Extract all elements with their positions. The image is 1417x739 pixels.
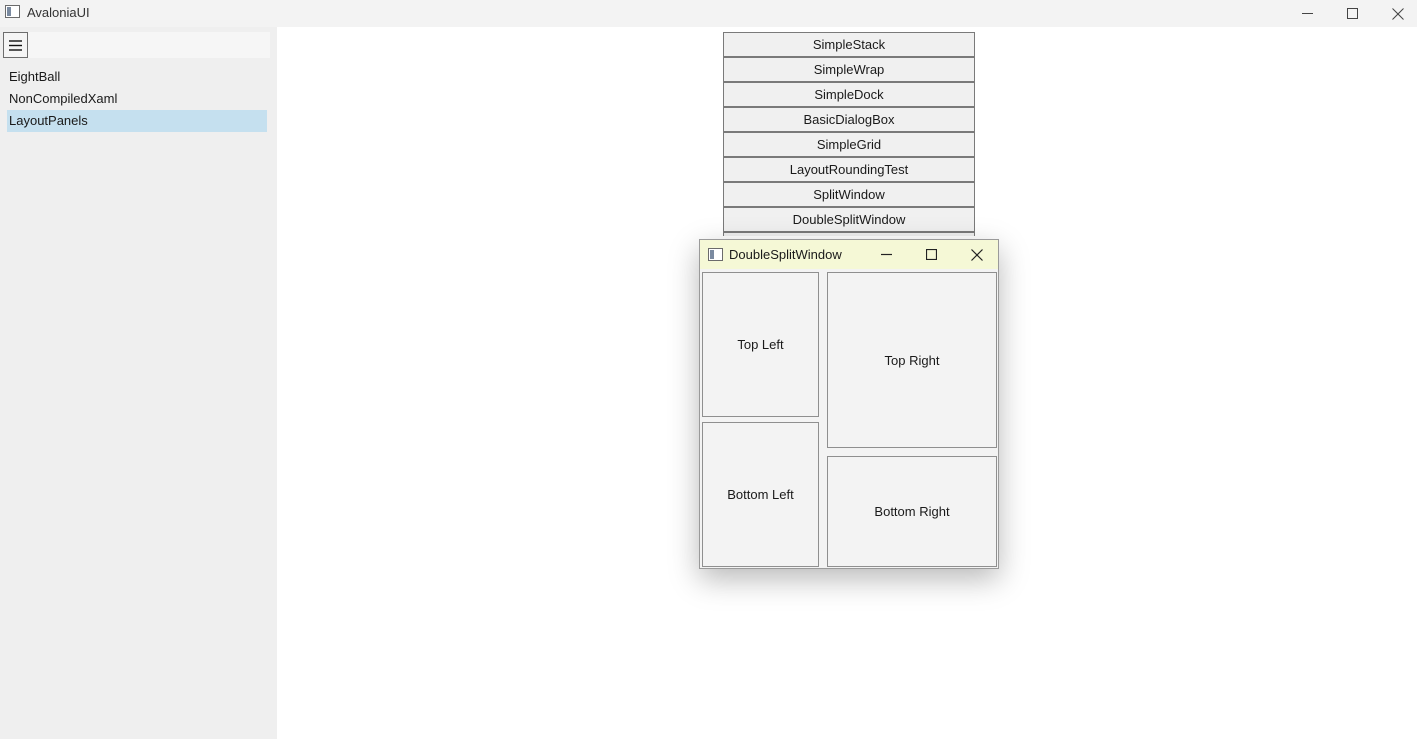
top-right-label: Top Right [884, 352, 940, 368]
bottom-right-label: Bottom Right [874, 504, 950, 519]
maximize-icon [925, 249, 937, 260]
child-window-icon [708, 248, 723, 261]
close-button[interactable] [1375, 0, 1417, 27]
simpledock-button[interactable]: SimpleDock [723, 82, 975, 107]
bottom-left-pane: Bottom Left [702, 422, 819, 567]
maximize-button[interactable] [1329, 0, 1375, 27]
basicdialogbox-button[interactable]: BasicDialogBox [723, 107, 975, 132]
nav-item-layoutpanels[interactable]: LayoutPanels [7, 110, 267, 132]
app-window-icon [5, 5, 20, 18]
child-titlebar[interactable]: DoubleSplitWindow [700, 240, 998, 269]
child-window-title: DoubleSplitWindow [729, 247, 842, 262]
hamburger-menu-button[interactable] [3, 32, 28, 58]
hamburger-icon [9, 39, 22, 51]
child-maximize-button[interactable] [911, 240, 951, 269]
top-left-label: Top Left [737, 337, 784, 352]
hidden-sample-button[interactable] [723, 232, 975, 236]
minimize-icon [1301, 13, 1313, 14]
top-left-pane: Top Left [702, 272, 819, 417]
sidebar: EightBall NonCompiledXaml LayoutPanels [0, 27, 277, 739]
minimize-button[interactable] [1284, 0, 1330, 27]
child-minimize-button[interactable] [866, 240, 906, 269]
window-title: AvaloniaUI [27, 5, 90, 20]
child-close-button[interactable] [957, 240, 997, 269]
nav-item-noncompiledxaml[interactable]: NonCompiledXaml [7, 88, 267, 110]
nav-item-eightball[interactable]: EightBall [7, 66, 267, 88]
top-right-pane: Top Right [827, 272, 997, 448]
simplestack-button[interactable]: SimpleStack [723, 32, 975, 57]
splitwindow-button[interactable]: SplitWindow [723, 182, 975, 207]
doublesplit-window: DoubleSplitWindow Top Left Bottom Left T… [699, 239, 999, 569]
bottom-right-pane: Bottom Right [827, 456, 997, 567]
main-titlebar: AvaloniaUI [0, 0, 1417, 27]
layoutroundingtest-button[interactable]: LayoutRoundingTest [723, 157, 975, 182]
pane-header-area [28, 32, 270, 58]
simplegrid-button[interactable]: SimpleGrid [723, 132, 975, 157]
close-icon [1392, 7, 1404, 20]
close-icon [971, 248, 983, 261]
simplewrap-button[interactable]: SimpleWrap [723, 57, 975, 82]
sample-nav-list: EightBall NonCompiledXaml LayoutPanels [7, 66, 267, 132]
bottom-left-label: Bottom Left [727, 487, 794, 502]
maximize-icon [1346, 8, 1358, 19]
minimize-icon [880, 253, 892, 256]
layout-samples-list: SimpleStack SimpleWrap SimpleDock BasicD… [723, 32, 975, 236]
doublesplitwindow-button[interactable]: DoubleSplitWindow [723, 207, 975, 232]
